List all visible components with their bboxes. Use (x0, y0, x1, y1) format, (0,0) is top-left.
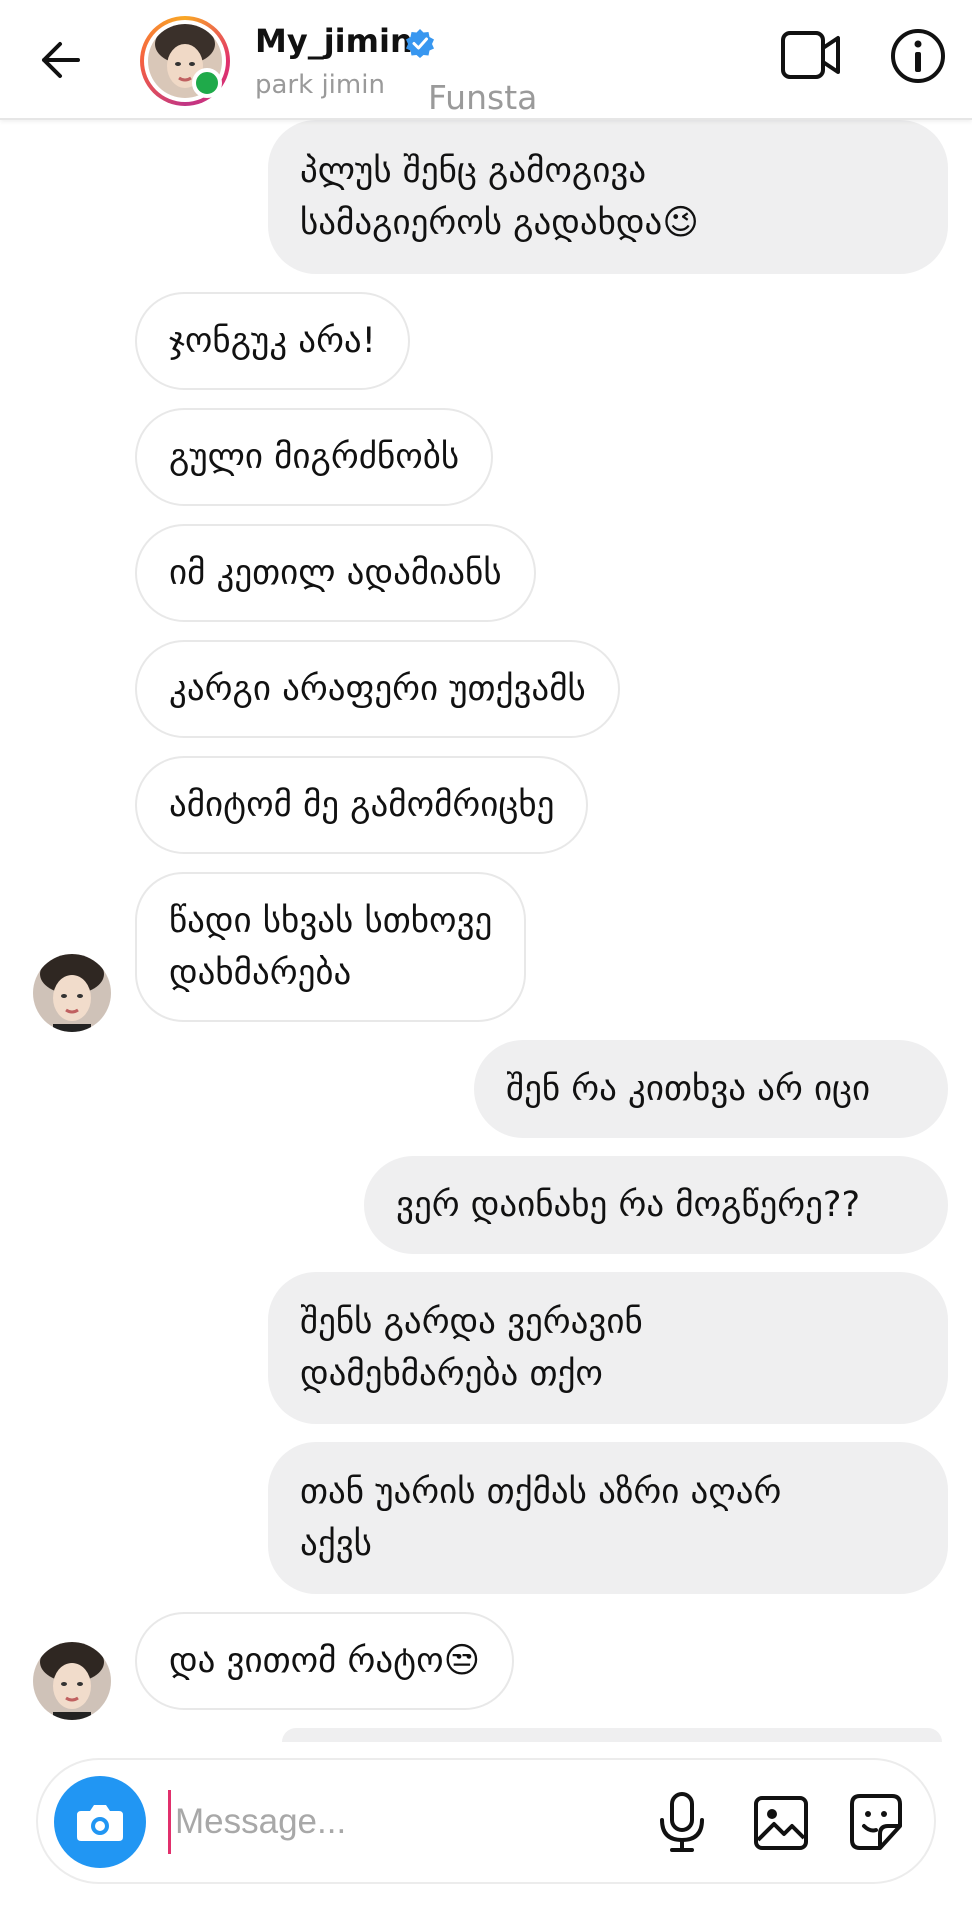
chat-header: My_jimin park jimin Funsta (0, 0, 972, 120)
gallery-button[interactable] (750, 1792, 812, 1854)
sender-avatar[interactable] (33, 1642, 111, 1720)
back-button[interactable] (30, 30, 90, 90)
message-bubble-outgoing[interactable]: შენ რა კითხვა არ იცი (474, 1040, 948, 1138)
message-bubble-outgoing[interactable]: შენს გარდა ვერავინ დამეხმარება თქო (268, 1272, 948, 1424)
message-bubble-incoming[interactable]: იმ კეთილ ადამიანს (135, 524, 536, 622)
info-icon (891, 29, 945, 83)
message-bubble-incoming[interactable]: კარგი არაფერი უთქვამს (135, 640, 620, 738)
sticker-icon (850, 1794, 902, 1850)
message-bubble-outgoing[interactable]: თან უარის თქმას აზრი აღარ აქვს (268, 1442, 948, 1594)
camera-icon (77, 1805, 123, 1841)
message-composer (36, 1758, 936, 1884)
message-bubble-incoming[interactable]: ამიტომ მე გამომრიცხე (135, 756, 589, 854)
video-call-button[interactable] (780, 28, 842, 82)
info-button[interactable] (888, 26, 948, 86)
image-icon (754, 1796, 808, 1850)
chat-username[interactable]: My_jimin (255, 22, 413, 60)
sticker-button[interactable] (844, 1790, 908, 1854)
microphone-icon (660, 1792, 704, 1852)
chat-subname: park jimin (255, 70, 385, 100)
message-input[interactable] (168, 1790, 648, 1854)
message-bubble-outgoing-partial (282, 1728, 942, 1742)
online-status-dot (192, 68, 222, 98)
video-call-icon (781, 31, 840, 79)
message-bubble-incoming[interactable]: ჯონგუკ არა! (135, 292, 410, 390)
message-bubble-outgoing[interactable]: ვერ დაინახე რა მოგწერე?? (364, 1156, 948, 1254)
camera-button[interactable] (54, 1776, 146, 1868)
sender-avatar[interactable] (33, 954, 111, 1032)
verified-badge-icon (406, 29, 434, 58)
message-bubble-incoming[interactable]: წადი სხვას სთხოვე დახმარება (135, 872, 527, 1022)
message-bubble-incoming[interactable]: და ვითომ რატო😒 (135, 1612, 515, 1710)
message-bubble-incoming[interactable]: გული მიგრძნობს (135, 408, 494, 506)
arrow-left-icon (42, 42, 80, 78)
message-bubble-outgoing[interactable]: პლუს შენც გამოგივა სამაგიეროს გადახდა😉 (268, 120, 948, 274)
funsta-label: Funsta (428, 78, 538, 117)
voice-message-button[interactable] (652, 1790, 712, 1856)
